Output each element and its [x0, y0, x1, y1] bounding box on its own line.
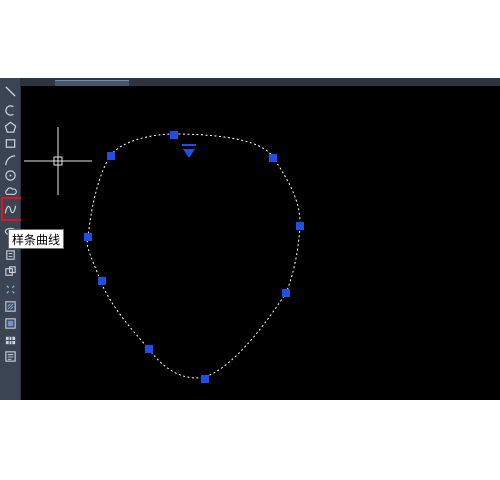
point-icon: [5, 284, 15, 294]
line-icon: [4, 85, 16, 97]
gradient-tool[interactable]: [3, 316, 17, 330]
hatch-icon: [4, 300, 16, 312]
insert-block-icon: [5, 249, 15, 260]
grip-point[interactable]: [170, 131, 178, 139]
grip-point[interactable]: [84, 233, 92, 241]
polygon-icon: [4, 121, 16, 133]
line-tool[interactable]: [3, 84, 17, 98]
hatch-tool[interactable]: [3, 299, 17, 313]
arc-3point-icon: [4, 154, 15, 165]
point-tool[interactable]: [3, 282, 17, 296]
grip-point[interactable]: [107, 152, 115, 160]
grip-point[interactable]: [201, 375, 209, 383]
gradient-icon: [4, 317, 16, 329]
rectangle-tool[interactable]: [3, 136, 17, 150]
grip-point[interactable]: [269, 154, 277, 162]
polygon-tool[interactable]: [3, 120, 17, 134]
create-block-icon: [4, 265, 16, 276]
cloud-icon: [4, 186, 17, 195]
arc-3point-tool[interactable]: [3, 153, 17, 167]
mtext-icon: [4, 350, 16, 362]
tooltip: 样条曲线: [8, 229, 65, 249]
circle-icon: [4, 169, 16, 181]
insert-block-tool[interactable]: [3, 248, 17, 262]
drawing-canvas[interactable]: [21, 86, 500, 400]
mtext-tool[interactable]: [3, 349, 17, 363]
arc-icon: [4, 104, 14, 116]
document-tab-bar: [21, 78, 500, 86]
spline-direction-grip[interactable]: [182, 144, 196, 158]
grip-point[interactable]: [296, 222, 304, 230]
table-tool[interactable]: [3, 333, 17, 347]
create-block-tool[interactable]: [3, 264, 17, 278]
crosshair-cursor: [24, 127, 92, 195]
circle-tool[interactable]: [3, 168, 17, 182]
table-icon: [5, 336, 15, 344]
spline-curve[interactable]: [86, 133, 301, 379]
cad-application: 样条曲线: [0, 78, 500, 400]
drawing-area: [24, 127, 304, 383]
grip-point[interactable]: [282, 289, 290, 297]
revision-cloud-tool[interactable]: [3, 184, 17, 198]
arc-tool[interactable]: [3, 103, 17, 117]
rectangle-icon: [5, 138, 15, 148]
grip-point[interactable]: [145, 345, 153, 353]
grip-point[interactable]: [98, 277, 106, 285]
